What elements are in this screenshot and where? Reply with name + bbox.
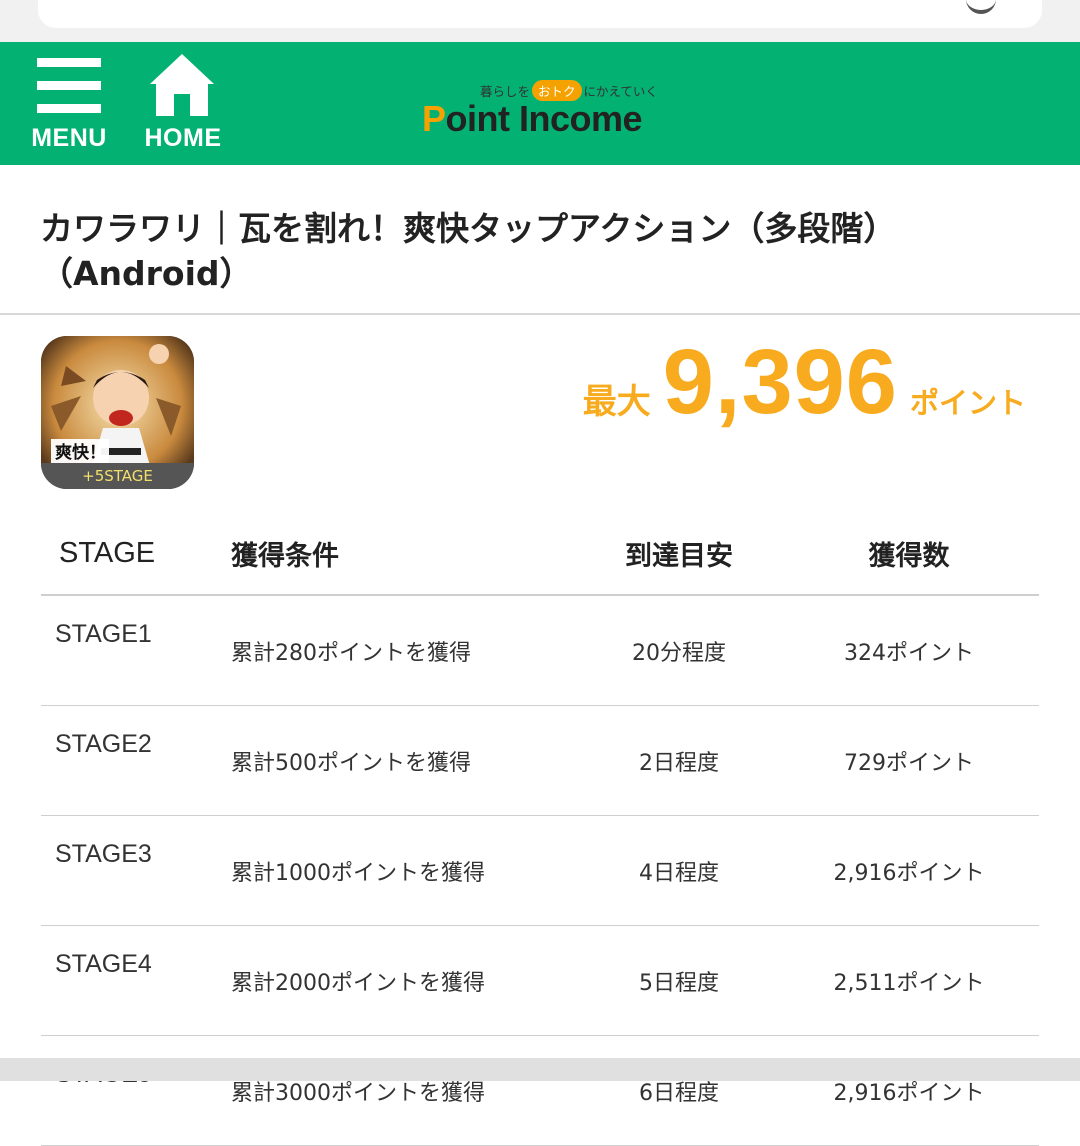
reward-cell: 2,511ポイント: [779, 925, 1039, 1036]
condition-cell: 累計3000ポイントを獲得: [219, 1035, 579, 1146]
condition-cell: 累計1000ポイントを獲得: [219, 815, 579, 926]
search-bar[interactable]: ✕: [38, 0, 1042, 28]
points-prefix: 最大: [582, 382, 651, 422]
header-estimate: 到達目安: [579, 512, 779, 596]
estimate-cell: 4日程度: [579, 815, 779, 926]
estimate-cell: 5日程度: [579, 925, 779, 1036]
home-button[interactable]: HOME: [140, 42, 226, 165]
menu-label: MENU: [31, 124, 107, 152]
stage-badge: +5STAGE: [41, 463, 194, 489]
table-row: STAGE2 累計500ポイントを獲得 2日程度 729ポイント: [41, 705, 1039, 816]
table-row: STAGE5 累計3000ポイントを獲得 6日程度 2,916ポイント: [41, 1035, 1039, 1146]
stage-cell: STAGE2: [41, 705, 219, 816]
stage-cell: STAGE4: [41, 925, 219, 1036]
table-row: STAGE1 累計280ポイントを獲得 20分程度 324ポイント: [41, 595, 1039, 706]
reward-cell: 2,916ポイント: [779, 815, 1039, 926]
logo-wordmark: Point Income: [422, 98, 643, 139]
points-value: 9,396: [662, 331, 898, 433]
reward-cell: 2,916ポイント: [779, 1035, 1039, 1146]
divider: [0, 313, 1080, 315]
table-header-row: STAGE 獲得条件 到達目安 獲得数: [41, 512, 1039, 596]
app-icon[interactable]: 爽快！ +5STAGE: [41, 336, 194, 489]
hamburger-icon: [37, 58, 101, 114]
svg-text:爽快！: 爽快！: [55, 442, 106, 463]
stage-cell: STAGE5: [41, 1035, 219, 1146]
menu-button[interactable]: MENU: [26, 42, 112, 165]
header-condition: 獲得条件: [219, 512, 579, 596]
stage-cell: STAGE1: [41, 595, 219, 706]
reward-cell: 729ポイント: [779, 705, 1039, 816]
points-suffix: ポイント: [909, 386, 1026, 420]
home-label: HOME: [144, 124, 222, 152]
table-row: STAGE4 累計2000ポイントを獲得 5日程度 2,511ポイント: [41, 925, 1039, 1036]
estimate-cell: 20分程度: [579, 595, 779, 706]
account-icon[interactable]: [966, 0, 996, 14]
header-stage: STAGE: [41, 512, 219, 596]
max-points: 最大 9,396 ポイント: [583, 330, 1026, 435]
site-header: MENU HOME 暮らしを おトク にかえていく Point Income: [0, 42, 1080, 165]
header-reward: 獲得数: [779, 512, 1039, 596]
condition-cell: 累計500ポイントを獲得: [219, 705, 579, 816]
estimate-cell: 6日程度: [579, 1035, 779, 1146]
table-row: STAGE3 累計1000ポイントを獲得 4日程度 2,916ポイント: [41, 815, 1039, 926]
point-income-logo[interactable]: 暮らしを おトク にかえていく Point Income: [420, 78, 670, 139]
bottom-bar: [0, 1058, 1080, 1081]
page-title: カワラワリ｜瓦を割れ！爽快タップアクション（多段階）（Android）: [40, 209, 897, 293]
condition-cell: 累計280ポイントを獲得: [219, 595, 579, 706]
condition-cell: 累計2000ポイントを獲得: [219, 925, 579, 1036]
estimate-cell: 2日程度: [579, 705, 779, 816]
home-icon: [150, 54, 214, 116]
reward-cell: 324ポイント: [779, 595, 1039, 706]
stage-table: STAGE 獲得条件 到達目安 獲得数 STAGE1 累計280ポイントを獲得 …: [41, 512, 1039, 1146]
stage-cell: STAGE3: [41, 815, 219, 926]
